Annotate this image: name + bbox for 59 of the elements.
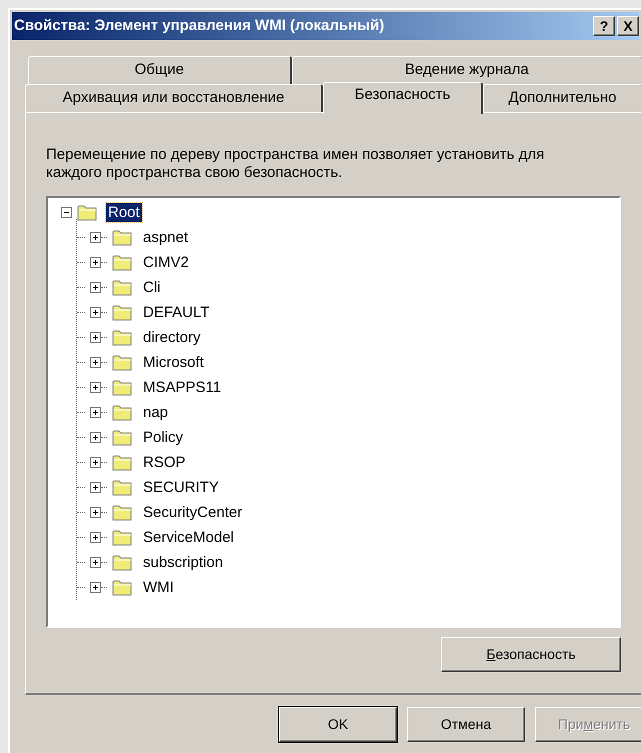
expand-icon[interactable] xyxy=(90,257,101,268)
tree-item[interactable]: SecurityCenter xyxy=(141,503,244,522)
expand-icon[interactable] xyxy=(90,582,101,593)
close-button[interactable]: X xyxy=(617,16,639,36)
expand-icon[interactable] xyxy=(90,382,101,393)
tree-item[interactable]: ServiceModel xyxy=(141,528,236,547)
expand-icon[interactable] xyxy=(90,357,101,368)
folder-icon xyxy=(112,529,132,546)
tree-item[interactable]: aspnet xyxy=(141,228,190,247)
tree-item[interactable]: Policy xyxy=(141,428,186,447)
tab[interactable]: Дополнительно xyxy=(483,84,641,112)
folder-icon xyxy=(112,229,132,246)
expand-icon[interactable] xyxy=(90,407,101,418)
window-title: Свойства: Элемент управления WMI (локальный) xyxy=(14,16,384,36)
tree-item[interactable]: Cli xyxy=(141,278,162,297)
folder-icon xyxy=(112,304,132,321)
expand-icon[interactable] xyxy=(90,482,101,493)
description-text: Перемещение по дереву пространства имен позволяет установить для каждого пространства свою безопасность. xyxy=(46,146,546,182)
tree-item[interactable]: SECURITY xyxy=(141,478,221,497)
tree-item[interactable]: WMI xyxy=(141,578,176,597)
tab[interactable]: Общие xyxy=(28,56,292,84)
folder-icon xyxy=(112,429,132,446)
tab[interactable]: Ведение журнала xyxy=(292,56,641,84)
folder-icon xyxy=(112,554,132,571)
expand-icon[interactable] xyxy=(90,457,101,468)
folder-icon xyxy=(112,504,132,521)
tree-item[interactable]: DEFAULT xyxy=(141,303,212,322)
folder-icon xyxy=(112,404,132,421)
folder-icon xyxy=(112,579,132,596)
folder-icon xyxy=(112,454,132,471)
tree-item[interactable]: MSAPPS11 xyxy=(141,378,224,397)
folder-icon xyxy=(112,379,132,396)
tree-item[interactable]: Microsoft xyxy=(141,353,206,372)
tree-item[interactable]: RSOP xyxy=(141,453,188,472)
tree-item[interactable]: nap xyxy=(141,403,170,422)
expand-icon[interactable] xyxy=(90,232,101,243)
expand-icon[interactable] xyxy=(90,532,101,543)
folder-icon xyxy=(112,254,132,271)
security-button[interactable]: Безопасность xyxy=(441,637,621,672)
expand-icon[interactable] xyxy=(90,307,101,318)
tree-item[interactable]: Root xyxy=(106,203,142,222)
expand-icon[interactable] xyxy=(90,432,101,443)
folder-icon xyxy=(112,279,132,296)
tree-item[interactable]: subscription xyxy=(141,553,226,572)
folder-icon xyxy=(112,354,132,371)
collapse-icon[interactable] xyxy=(61,207,72,218)
expand-icon[interactable] xyxy=(90,332,101,343)
help-button[interactable]: ? xyxy=(593,16,615,36)
expand-icon[interactable] xyxy=(90,282,101,293)
expand-icon[interactable] xyxy=(90,507,101,518)
dialog-button[interactable]: OK xyxy=(279,707,397,742)
tab[interactable]: Безопасность xyxy=(323,82,483,114)
tab[interactable]: Архивация или восстановление xyxy=(25,84,323,112)
expand-icon[interactable] xyxy=(90,557,101,568)
folder-icon xyxy=(112,479,132,496)
dialog-button[interactable]: Отмена xyxy=(407,707,525,742)
tree-item[interactable]: CIMV2 xyxy=(141,253,191,272)
folder-icon xyxy=(112,329,132,346)
tree-item[interactable]: directory xyxy=(141,328,203,347)
